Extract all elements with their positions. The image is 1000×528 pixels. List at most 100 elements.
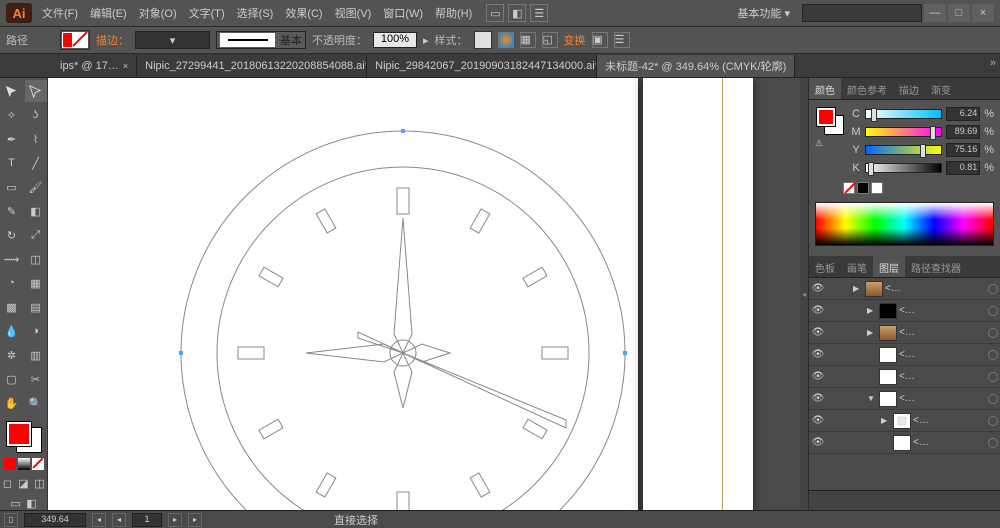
fill-stroke-swatch[interactable] xyxy=(60,30,90,50)
tab-pathfinder[interactable]: 路径查找器 xyxy=(905,256,967,277)
search-field[interactable] xyxy=(802,4,922,22)
color-spectrum[interactable] xyxy=(815,202,994,246)
bw-swatches[interactable] xyxy=(843,182,994,194)
tabs-overflow-icon[interactable]: » xyxy=(990,57,996,69)
black-slider[interactable]: K0.81% xyxy=(851,160,994,176)
layer-name[interactable]: <… xyxy=(913,437,929,448)
layers-footer[interactable] xyxy=(809,490,1000,510)
gradient-tool[interactable]: ▤ xyxy=(25,296,47,318)
other-icon[interactable]: ☰ xyxy=(614,32,630,48)
transform-label[interactable]: 变换 xyxy=(564,32,586,48)
tab-color[interactable]: 颜色 xyxy=(809,78,841,99)
disclosure-icon[interactable]: ▼ xyxy=(867,394,877,403)
rotate-tool[interactable]: ↻ xyxy=(1,224,23,246)
mesh-tool[interactable]: ▩ xyxy=(1,296,23,318)
visibility-icon[interactable]: 👁 xyxy=(811,283,825,294)
visibility-icon[interactable]: 👁 xyxy=(811,371,825,382)
stroke-weight-input[interactable]: ▾ xyxy=(135,31,210,49)
blend-tool[interactable]: ◑ xyxy=(25,320,47,342)
opacity-input[interactable]: 100% xyxy=(373,32,417,48)
nav-first-icon[interactable]: ▯ xyxy=(4,513,18,527)
draw-behind-icon[interactable]: ◪ xyxy=(17,476,31,490)
layout-icon-1[interactable]: ▭ xyxy=(486,4,504,22)
artboard-number[interactable]: 1 xyxy=(132,513,162,527)
artboard-tool[interactable]: ▢ xyxy=(1,368,23,390)
shape-mode-icon[interactable]: ◱ xyxy=(542,32,558,48)
direct-selection-tool[interactable] xyxy=(25,80,47,102)
tab-gradient[interactable]: 渐变 xyxy=(925,78,957,99)
menu-edit[interactable]: 编辑(E) xyxy=(84,1,133,25)
magic-wand-tool[interactable]: ✧ xyxy=(1,104,23,126)
symbol-sprayer-tool[interactable]: ✲ xyxy=(1,344,23,366)
perspective-grid-tool[interactable]: ▦ xyxy=(25,272,47,294)
doc-tab-1[interactable]: Nipic_27299441_20180613220208854088.ai* … xyxy=(137,55,367,77)
gradient-color-icon[interactable] xyxy=(18,458,30,470)
layer-name[interactable]: <… xyxy=(885,283,901,294)
layer-name[interactable]: <… xyxy=(899,349,915,360)
target-icon[interactable] xyxy=(988,350,998,360)
tab-stroke[interactable]: 描边 xyxy=(893,78,925,99)
guide-vertical[interactable] xyxy=(722,78,723,510)
yellow-slider[interactable]: Y75.16% xyxy=(851,142,994,158)
doc-tab-3[interactable]: 未标题-42* @ 349.64% (CMYK/轮廓) xyxy=(597,55,795,77)
target-icon[interactable] xyxy=(988,438,998,448)
layer-row[interactable]: 👁 ▶ <… xyxy=(809,300,1000,322)
magenta-slider[interactable]: M89.69% xyxy=(851,124,994,140)
visibility-icon[interactable]: 👁 xyxy=(811,349,825,360)
type-tool[interactable]: T xyxy=(1,152,23,174)
layout-icon-2[interactable]: ◧ xyxy=(508,4,526,22)
hand-tool[interactable]: ✋ xyxy=(1,392,23,414)
scale-tool[interactable]: ⤢ xyxy=(25,224,47,246)
layer-name[interactable]: <… xyxy=(899,305,915,316)
disclosure-icon[interactable]: ▶ xyxy=(881,416,891,425)
stroke-label[interactable]: 描边： xyxy=(96,32,129,48)
recolor-icon[interactable] xyxy=(498,32,514,48)
menu-text[interactable]: 文字(T) xyxy=(183,1,231,25)
free-transform-tool[interactable]: ◫ xyxy=(25,248,47,270)
menu-view[interactable]: 视图(V) xyxy=(329,1,378,25)
layer-row[interactable]: 👁<… xyxy=(809,432,1000,454)
width-tool[interactable]: ⟿ xyxy=(1,248,23,270)
menu-window[interactable]: 窗口(W) xyxy=(377,1,429,25)
target-icon[interactable] xyxy=(988,372,998,382)
fill-stroke-indicator[interactable] xyxy=(5,420,43,454)
tab-color-guide[interactable]: 颜色参考 xyxy=(841,78,893,99)
zoom-level[interactable]: 349.64 xyxy=(24,513,86,527)
workspace-switcher[interactable]: 基本功能 ▾ xyxy=(731,1,796,25)
rectangle-tool[interactable]: ▭ xyxy=(1,176,23,198)
layout-icon-3[interactable]: ☰ xyxy=(530,4,548,22)
layer-row[interactable]: 👁 <… xyxy=(809,366,1000,388)
eyedropper-tool[interactable]: 💧 xyxy=(1,320,23,342)
doc-tab-0[interactable]: ips* @ 17…× xyxy=(52,55,137,77)
window-minimize[interactable]: — xyxy=(924,4,946,22)
target-icon[interactable] xyxy=(988,306,998,316)
layer-row[interactable]: 👁▶<… xyxy=(809,322,1000,344)
layer-row[interactable]: 👁▼<… xyxy=(809,388,1000,410)
artboard-prev-icon[interactable]: ◂ xyxy=(92,513,106,527)
menu-file[interactable]: 文件(F) xyxy=(36,1,84,25)
disclosure-icon[interactable]: ▶ xyxy=(867,328,877,337)
panel-collapse-bar[interactable]: ◂ xyxy=(800,78,808,510)
draw-inside-icon[interactable]: ◫ xyxy=(33,476,47,490)
paintbrush-tool[interactable]: 🖌 xyxy=(25,176,47,198)
artboard-prev2-icon[interactable]: ◂ xyxy=(112,513,126,527)
pencil-tool[interactable]: ✎ xyxy=(1,200,23,222)
eraser-tool[interactable]: ◧ xyxy=(25,200,47,222)
window-close[interactable]: × xyxy=(972,4,994,22)
target-icon[interactable] xyxy=(988,284,998,294)
screen-mode-icon[interactable]: ▭ xyxy=(9,496,23,510)
disclosure-icon[interactable]: ▶ xyxy=(853,284,863,293)
disclosure-icon[interactable]: ▶ xyxy=(867,306,877,315)
visibility-icon[interactable]: 👁 xyxy=(811,305,825,316)
lasso-tool[interactable]: ʖ xyxy=(25,104,47,126)
line-tool[interactable]: ╱ xyxy=(25,152,47,174)
layer-name[interactable]: <… xyxy=(899,371,915,382)
cyan-slider[interactable]: C6.24% xyxy=(851,106,994,122)
layer-row[interactable]: 👁▶▧<… xyxy=(809,410,1000,432)
none-color-icon[interactable] xyxy=(32,458,44,470)
visibility-icon[interactable]: 👁 xyxy=(811,415,825,426)
window-maximize[interactable]: □ xyxy=(948,4,970,22)
layer-row[interactable]: 👁 ▶ <… xyxy=(809,278,1000,300)
menu-effect[interactable]: 效果(C) xyxy=(279,1,328,25)
artboard-next2-icon[interactable]: ▸ xyxy=(188,513,202,527)
